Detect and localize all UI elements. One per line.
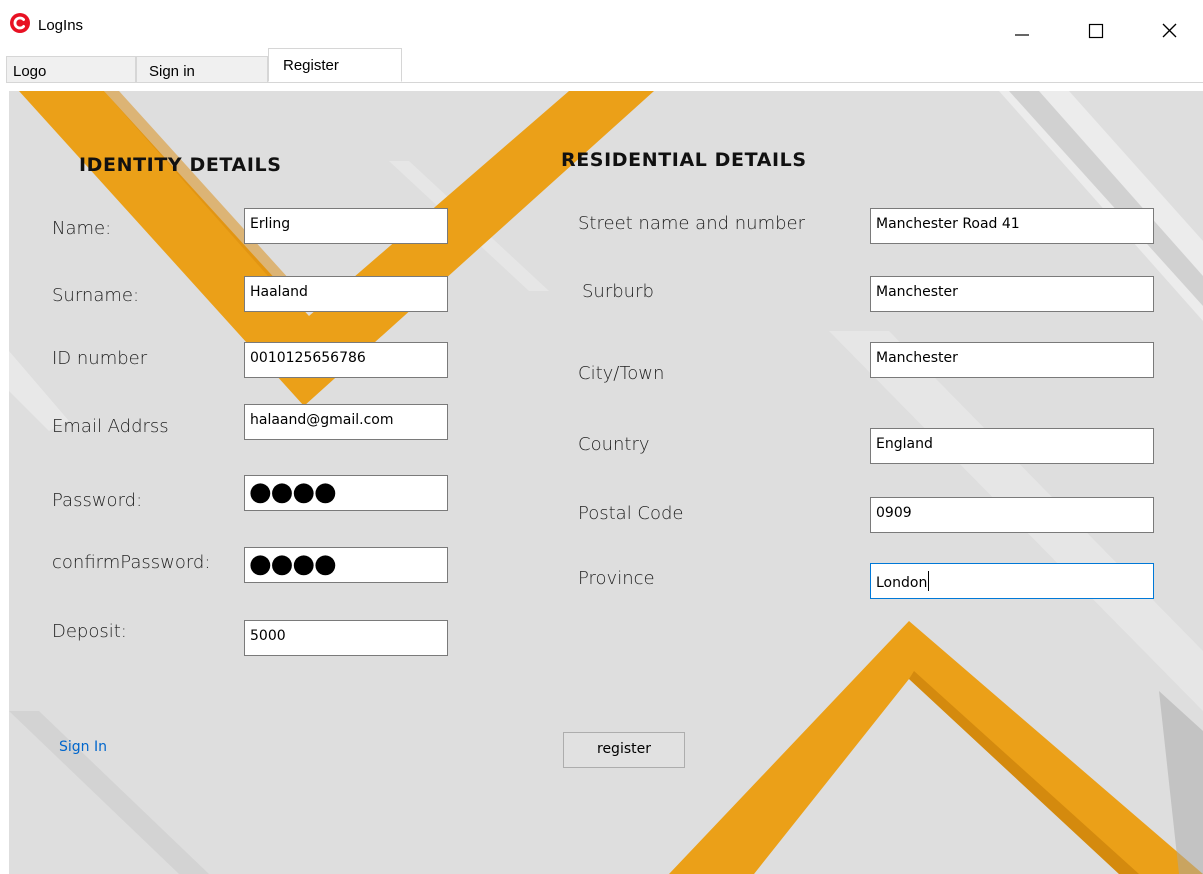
- confirm-password-input[interactable]: ●●●●: [244, 547, 448, 583]
- register-panel: IDENTITY DETAILS Name: Erling Surname: H…: [9, 91, 1203, 874]
- id-number-label: ID number: [52, 348, 148, 369]
- deposit-input[interactable]: 5000: [244, 620, 448, 656]
- tab-logo[interactable]: Logo: [6, 56, 136, 82]
- suburb-input[interactable]: Manchester: [870, 276, 1154, 312]
- email-input[interactable]: halaand@gmail.com: [244, 404, 448, 440]
- province-value: London: [876, 575, 928, 591]
- tab-sign-in[interactable]: Sign in: [136, 56, 268, 82]
- confirm-password-label: confirmPassword:: [52, 552, 211, 573]
- app-logo-icon: [10, 13, 30, 33]
- country-label: Country: [578, 434, 650, 455]
- street-label: Street name and number: [578, 213, 806, 234]
- country-input[interactable]: England: [870, 428, 1154, 464]
- identity-heading: IDENTITY DETAILS: [79, 154, 282, 176]
- password-label: Password:: [52, 490, 143, 511]
- text-caret: [928, 571, 930, 591]
- surname-input[interactable]: Haaland: [244, 276, 448, 312]
- province-input[interactable]: London: [870, 563, 1154, 599]
- postal-code-input[interactable]: 0909: [870, 497, 1154, 533]
- deposit-label: Deposit:: [52, 621, 127, 642]
- email-label: Email Addrss: [52, 416, 169, 437]
- tab-register[interactable]: Register: [268, 48, 402, 82]
- sign-in-link[interactable]: Sign In: [59, 739, 107, 755]
- name-label: Name:: [52, 218, 112, 239]
- maximize-icon[interactable]: [1073, 8, 1119, 44]
- city-label: City/Town: [578, 363, 665, 384]
- register-button[interactable]: register: [563, 732, 685, 768]
- street-input[interactable]: Manchester Road 41: [870, 208, 1154, 244]
- minimize-icon[interactable]: [1001, 8, 1047, 44]
- name-input[interactable]: Erling: [244, 208, 448, 244]
- password-mask: ●●●●: [249, 477, 337, 507]
- title-bar: LogIns: [0, 0, 1203, 44]
- confirm-password-mask: ●●●●: [249, 549, 337, 579]
- window-title: LogIns: [38, 17, 84, 34]
- id-number-input[interactable]: 0010125656786: [244, 342, 448, 378]
- postal-code-label: Postal Code: [578, 503, 684, 524]
- surname-label: Surname:: [52, 285, 140, 306]
- residential-heading: RESIDENTIAL DETAILS: [561, 149, 807, 171]
- suburb-label: Surburb: [582, 281, 654, 302]
- tab-strip: Logo Sign in Register: [6, 48, 1203, 83]
- close-icon[interactable]: [1147, 8, 1193, 44]
- city-input[interactable]: Manchester: [870, 342, 1154, 378]
- province-label: Province: [578, 568, 655, 589]
- password-input[interactable]: ●●●●: [244, 475, 448, 511]
